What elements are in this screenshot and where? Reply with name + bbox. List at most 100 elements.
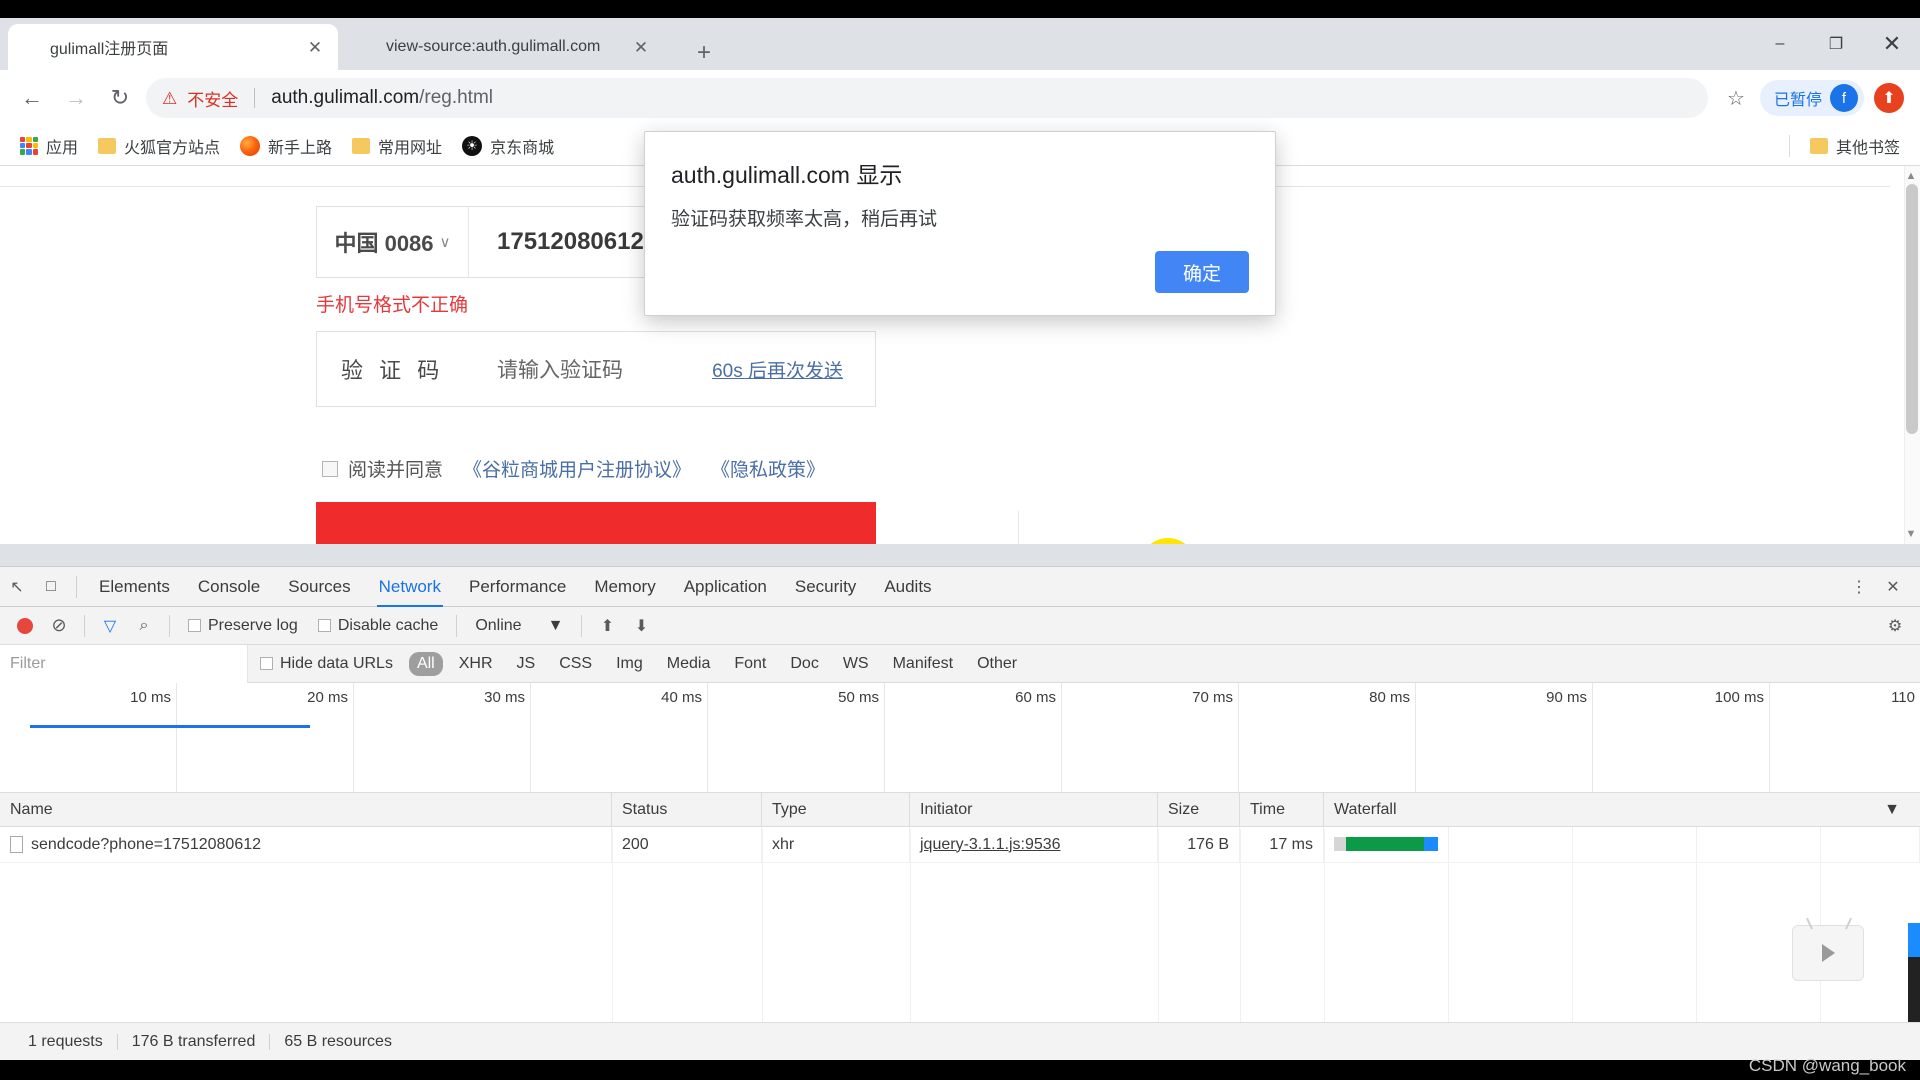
bookmark-star-icon[interactable]: ☆ <box>1716 78 1756 118</box>
verify-code-input[interactable]: 请输入验证码 <box>481 354 712 384</box>
column-header-waterfall[interactable]: Waterfall ▼ <box>1324 793 1920 826</box>
preserve-log-label: Preserve log <box>208 616 298 634</box>
play-icon[interactable] <box>1821 944 1835 962</box>
throttling-select[interactable]: Online ▼ <box>465 617 573 635</box>
column-header-size[interactable]: Size <box>1158 793 1240 826</box>
network-status-bar: 1 requests 176 B transferred 65 B resour… <box>0 1022 1920 1060</box>
checkbox[interactable] <box>188 619 201 632</box>
close-window-button[interactable]: ✕ <box>1864 18 1920 70</box>
filter-type-font[interactable]: Font <box>726 652 774 676</box>
minimize-button[interactable]: – <box>1752 18 1808 70</box>
column-header-status[interactable]: Status <box>612 793 762 826</box>
maximize-button[interactable]: ❐ <box>1808 18 1864 70</box>
reload-icon[interactable]: ↻ <box>98 76 142 120</box>
device-toolbar-icon[interactable]: □ <box>34 570 68 604</box>
filter-funnel-icon[interactable]: ▽ <box>93 609 127 643</box>
filter-type-ws[interactable]: WS <box>835 652 877 676</box>
extension-icon[interactable]: ⬆ <box>1874 83 1904 113</box>
divider <box>84 614 85 637</box>
scrollbar-thumb[interactable] <box>1906 184 1918 434</box>
tab-sources[interactable]: Sources <box>274 567 364 607</box>
filter-input[interactable]: Filter <box>0 644 248 683</box>
tick-label: 50 ms <box>838 689 879 706</box>
page-scrollbar[interactable]: ▲ ▼ <box>1904 166 1920 544</box>
submit-button[interactable] <box>316 502 876 544</box>
checkbox[interactable] <box>317 619 331 632</box>
tab-elements[interactable]: Elements <box>85 567 184 607</box>
chevron-down-icon[interactable]: ▼ <box>1884 801 1910 819</box>
mini-video-player[interactable] <box>1792 917 1864 981</box>
export-har-icon[interactable]: ⬇ <box>624 609 658 643</box>
tab-audits[interactable]: Audits <box>870 567 945 607</box>
privacy-policy-link[interactable]: 《隐私政策》 <box>711 455 825 482</box>
column-header-type[interactable]: Type <box>762 793 910 826</box>
country-code-label: 中国 0086 <box>334 231 434 256</box>
column-header-initiator[interactable]: Initiator <box>910 793 1158 826</box>
url-text: auth.gulimall.com/reg.html <box>271 87 493 109</box>
checkbox[interactable] <box>260 657 273 670</box>
user-agreement-link[interactable]: 《谷粒商城用户注册协议》 <box>463 455 691 482</box>
tab-security[interactable]: Security <box>781 567 870 607</box>
scroll-down-icon[interactable]: ▼ <box>1905 528 1917 540</box>
gear-icon[interactable]: ⚙ <box>1878 609 1912 643</box>
sync-paused-button[interactable]: 已暂停 f <box>1759 80 1864 116</box>
inspect-element-icon[interactable]: ↖ <box>0 570 34 604</box>
filter-type-xhr[interactable]: XHR <box>451 652 501 676</box>
search-icon[interactable]: ⌕ <box>127 609 161 643</box>
tab-gulimall-register[interactable]: gulimall注册页面 ✕ <box>8 24 338 70</box>
country-code-select[interactable]: 中国 0086 ∨ <box>317 207 469 277</box>
column-header-name[interactable]: Name <box>0 793 612 826</box>
clear-icon[interactable]: ⊘ <box>42 609 76 643</box>
filter-type-manifest[interactable]: Manifest <box>885 652 961 676</box>
new-tab-button[interactable]: + <box>690 40 718 68</box>
record-button[interactable] <box>8 609 42 643</box>
bookmark-getting-started[interactable]: 新手上路 <box>232 130 340 162</box>
watermark: CSDN @wang_book <box>1748 1056 1906 1075</box>
bookmark-common-sites[interactable]: 常用网址 <box>344 130 450 162</box>
hide-data-urls-toggle[interactable]: Hide data URLs <box>248 655 405 673</box>
close-devtools-icon[interactable]: ✕ <box>1876 570 1910 604</box>
phone-input[interactable]: 17512080612 <box>469 228 644 256</box>
filter-type-css[interactable]: CSS <box>551 652 600 676</box>
alert-ok-button[interactable]: 确定 <box>1155 251 1249 293</box>
filter-type-doc[interactable]: Doc <box>782 652 826 676</box>
tab-view-source[interactable]: view-source:auth.gulimall.com ✕ <box>344 24 664 70</box>
forward-icon[interactable]: → <box>54 76 98 120</box>
bookmark-apps[interactable]: 应用 <box>12 130 86 162</box>
filter-type-all[interactable]: All <box>408 651 443 676</box>
tab-network[interactable]: Network <box>365 567 455 607</box>
more-options-icon[interactable]: ⋮ <box>1842 570 1876 604</box>
bookmark-other[interactable]: 其他书签 <box>1802 130 1908 162</box>
tab-application[interactable]: Application <box>670 567 781 607</box>
preserve-log-toggle[interactable]: Preserve log <box>178 617 308 635</box>
verify-code-label: 验 证 码 <box>341 358 445 383</box>
filter-type-media[interactable]: Media <box>659 652 719 676</box>
security-warning-label[interactable]: 不安全 <box>187 86 238 111</box>
close-icon[interactable]: ✕ <box>304 36 326 58</box>
filter-type-other[interactable]: Other <box>969 652 1025 676</box>
column-header-time[interactable]: Time <box>1240 793 1324 826</box>
tab-console[interactable]: Console <box>184 567 274 607</box>
divider <box>169 614 170 637</box>
side-scroll-thumb[interactable] <box>1908 923 1920 957</box>
agreement-checkbox[interactable] <box>322 460 338 477</box>
import-har-icon[interactable]: ⬆ <box>590 609 624 643</box>
avatar[interactable]: f <box>1830 84 1858 112</box>
back-icon[interactable]: ← <box>10 76 54 120</box>
bookmark-firefox-site[interactable]: 火狐官方站点 <box>90 130 228 162</box>
scroll-up-icon[interactable]: ▲ <box>1905 170 1917 182</box>
bookmark-jd[interactable]: ☀ 京东商城 <box>454 130 562 162</box>
address-bar[interactable]: ⚠ 不安全 auth.gulimall.com/reg.html <box>146 78 1708 118</box>
tab-memory[interactable]: Memory <box>580 567 669 607</box>
resend-code-link[interactable]: 60s 后再次发送 <box>712 356 851 383</box>
close-icon[interactable]: ✕ <box>630 36 652 58</box>
filter-type-img[interactable]: Img <box>608 652 651 676</box>
top-letterbox <box>0 0 1920 18</box>
throttling-label: Online <box>475 616 522 634</box>
tab-performance[interactable]: Performance <box>455 567 580 607</box>
disable-cache-toggle[interactable]: Disable cache <box>308 617 449 635</box>
network-overview-timeline[interactable]: 10 ms 20 ms 30 ms 40 ms 50 ms 60 ms 70 m… <box>0 683 1920 793</box>
sync-paused-label: 已暂停 <box>1773 92 1822 109</box>
filter-type-js[interactable]: JS <box>509 652 544 676</box>
tick-label: 30 ms <box>484 689 525 706</box>
